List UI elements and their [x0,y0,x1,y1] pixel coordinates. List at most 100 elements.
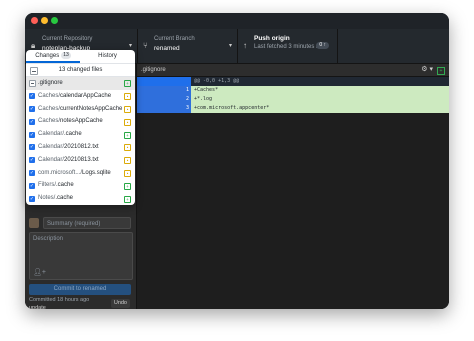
undo-button[interactable]: Undo [110,299,130,308]
changes-count-badge: 13 [61,52,71,59]
tab-changes[interactable]: Changes 13 [26,50,80,63]
file-modified-icon: • [124,118,131,126]
file-modified-icon: • [124,169,131,177]
file-include-checkbox[interactable]: ✓ [29,195,35,202]
file-added-icon: + [124,195,131,203]
close-window-button[interactable] [31,17,38,24]
avatar [29,218,39,228]
file-dir: Caches/ [38,118,61,125]
add-coauthor-icon[interactable]: 👤︎+ [33,268,46,276]
diff-line[interactable]: 2 +*.log [137,95,449,104]
diff-file-header: .gitignore ⚙ ▾ + [137,64,449,77]
file-name: currentNotesAppCache [60,105,123,112]
diff-filename: .gitignore [141,67,166,73]
file-include-checkbox[interactable]: ✓ [29,169,35,176]
branch-name: renamed [154,45,180,52]
file-path: Notes/.cache [38,192,73,205]
file-include-checkbox[interactable]: ✓ [29,157,35,164]
file-added-icon: + [124,131,131,139]
push-subtitle: Last fetched 3 minutes a... [254,44,325,50]
summary-input[interactable]: Summary (required) [43,217,131,229]
commit-panel: Summary (required) Description 👤︎+ Commi… [25,204,136,309]
file-added-icon: + [124,182,131,190]
file-list-item[interactable]: ✓ Caches/calendarAppCache • [26,90,135,103]
file-added-icon: + [124,80,131,88]
repository-label: Current Repository [42,36,93,42]
hunk-text: @@ -0,0 +1,3 @@ [194,78,240,84]
line-number: 1 [165,86,191,95]
file-modified-icon: • [124,93,131,101]
changes-popover: Changes 13 History 13 changed files .giti… [26,50,135,205]
changed-files-list: .gitignore + ✓ Caches/calendarAppCache • ✓ Cac… [26,77,135,205]
file-dir: Caches/ [38,92,61,99]
file-dir: Calendar/ [38,143,65,150]
file-name: 20210813.txt [64,156,99,163]
tab-history[interactable]: History [80,50,135,63]
line-number: 3 [165,104,191,113]
added-status-icon: + [437,67,445,75]
file-include-checkbox[interactable]: ✓ [29,105,35,112]
file-name: .cache [56,182,74,189]
file-dir: Calendar/ [38,156,65,163]
file-dir: Caches/ [38,105,61,112]
current-branch-button[interactable]: ⑂ Current Branch renamed ▾ [137,29,238,63]
file-modified-icon: • [124,144,131,152]
file-list-item[interactable]: ✓ Calendar/.cache + [26,128,135,141]
description-input[interactable]: Description 👤︎+ [29,232,133,280]
file-modified-icon: • [124,105,131,113]
chevron-down-icon: ▾ [128,43,132,49]
file-path: Caches/notesAppCache [38,115,103,128]
file-include-checkbox[interactable]: ✓ [29,118,35,125]
zoom-window-button[interactable] [51,17,58,24]
tab-changes-label: Changes [35,53,60,59]
changed-files-count: 13 changed files [58,67,103,73]
line-text: +Caches* [194,87,219,93]
file-list-item[interactable]: ✓ Calendar/20210812.txt • [26,141,135,154]
file-list-item[interactable]: ✓ Filters/.cache + [26,179,135,192]
file-name: .cache [55,195,74,202]
file-path: Caches/calendarAppCache [38,90,111,103]
file-include-checkbox[interactable]: ✓ [29,131,35,138]
file-list-item[interactable]: ✓ com.microsoft.../Logs.sqlite • [26,167,135,180]
file-dir: Calendar/ [38,131,65,138]
push-origin-button[interactable]: ↑ Push origin Last fetched 3 minutes a..… [237,29,338,63]
commit-button[interactable]: Commit to renamed [29,284,131,295]
diff-line[interactable]: 3 +com.microsoft.appcenter* [137,104,449,113]
push-title: Push origin [254,35,290,42]
file-modified-icon: • [124,157,131,165]
file-dir: Notes/ [38,195,56,202]
file-path: Calendar/.cache [38,128,82,141]
tab-bar: Changes 13 History [26,50,135,64]
diff-view: .gitignore ⚙ ▾ + @@ -0,0 +1,3 @@ 1 +Cach… [137,64,449,309]
title-bar [25,13,449,29]
push-count-badge: 0 ↑ [316,42,329,49]
minimize-window-button[interactable] [41,17,48,24]
file-include-checkbox[interactable]: ✓ [29,182,35,189]
file-path: Filters/.cache [38,179,74,192]
file-name: calendarAppCache [60,92,112,99]
file-name: .gitignore [38,80,63,86]
file-include-checkbox[interactable]: ✓ [29,144,35,151]
file-list-item[interactable]: .gitignore + [26,77,135,90]
description-placeholder: Description [33,236,64,242]
arrow-up-icon: ↑ [243,41,247,50]
branch-label: Current Branch [154,36,195,42]
branch-icon: ⑂ [143,41,148,50]
file-name: notesAppCache [60,118,103,125]
file-list-item[interactable]: ✓ Caches/currentNotesAppCache • [26,103,135,116]
file-name: .cache [64,131,82,138]
file-path: com.microsoft.../Logs.sqlite [38,167,111,180]
gear-icon[interactable]: ⚙ ▾ [421,64,433,76]
file-list-item[interactable]: ✓ Caches/notesAppCache • [26,115,135,128]
file-include-checkbox[interactable] [29,80,36,88]
line-number: 2 [165,95,191,104]
file-include-checkbox[interactable]: ✓ [29,93,35,100]
diff-line[interactable]: 1 +Caches* [137,86,449,95]
file-path: .gitignore [38,77,63,90]
file-list-item[interactable]: ✓ Calendar/20210813.txt • [26,154,135,167]
file-name: Logs.sqlite [82,169,111,176]
file-list-item[interactable]: ✓ Notes/.cache + [26,192,135,205]
file-dir: com.microsoft.../ [38,169,83,176]
line-text: +*.log [194,96,213,102]
line-text: +com.microsoft.appcenter* [194,105,270,111]
